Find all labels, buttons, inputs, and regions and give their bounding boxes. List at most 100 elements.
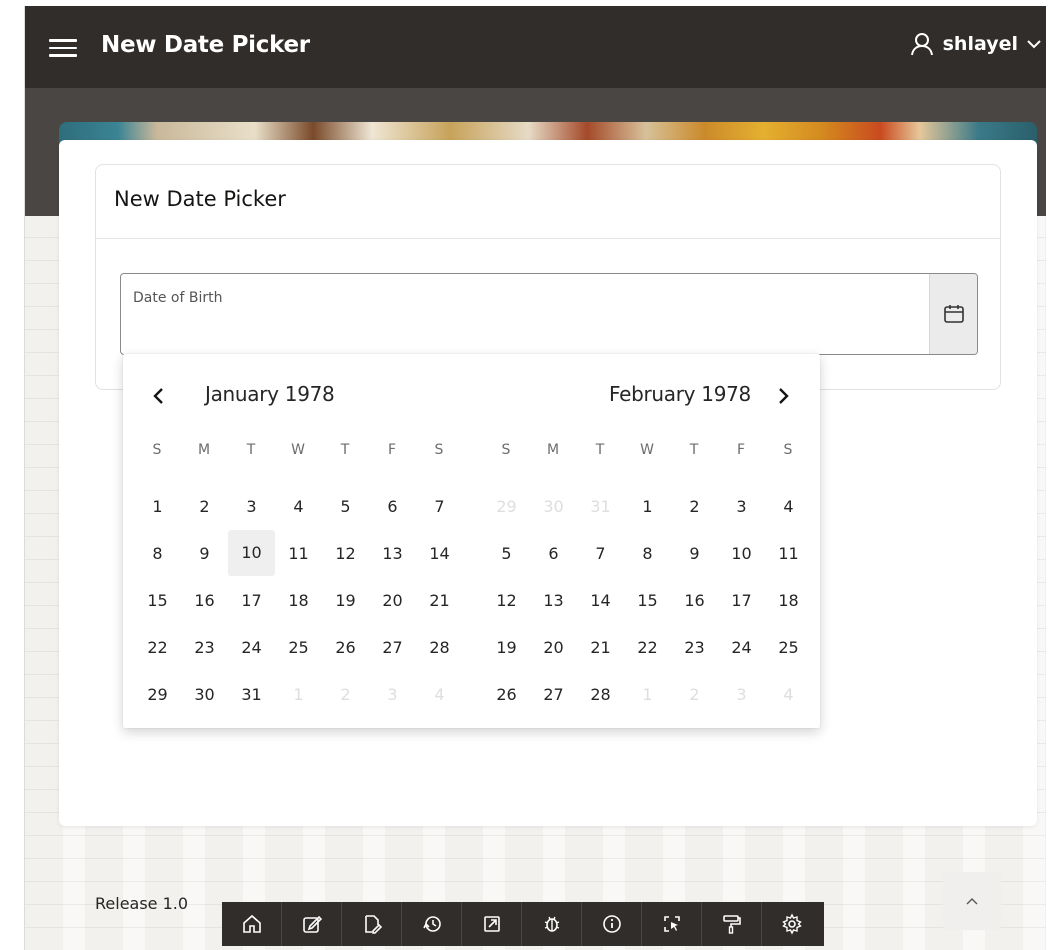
- day-cell[interactable]: 21: [416, 584, 463, 617]
- day-cell[interactable]: 16: [181, 584, 228, 617]
- day-cell[interactable]: 17: [228, 584, 275, 617]
- weekday-label: T: [689, 442, 700, 458]
- info-icon[interactable]: [582, 902, 642, 946]
- day-cell[interactable]: 31: [228, 678, 275, 711]
- user-name: shlayel: [942, 33, 1018, 55]
- day-cell[interactable]: 20: [369, 584, 416, 617]
- edit-page-icon[interactable]: [282, 902, 342, 946]
- app-header: New Date Picker shlayel: [25, 6, 1046, 88]
- week-row: 26 27 28 1 2 3 4: [483, 678, 812, 711]
- scroll-to-top-button[interactable]: [943, 872, 1001, 930]
- day-cell[interactable]: 10: [718, 537, 765, 570]
- day-cell[interactable]: 19: [322, 584, 369, 617]
- week-row: 15 16 17 18 19 20 21: [134, 584, 463, 617]
- day-cell[interactable]: 12: [322, 537, 369, 570]
- day-cell[interactable]: 6: [530, 537, 577, 570]
- day-cell[interactable]: 4: [275, 490, 322, 523]
- week-row: 29 30 31 1 2 3 4: [134, 678, 463, 711]
- day-cell[interactable]: 9: [671, 537, 718, 570]
- day-cell[interactable]: 6: [369, 490, 416, 523]
- day-cell[interactable]: 22: [134, 631, 181, 664]
- day-cell[interactable]: 5: [322, 490, 369, 523]
- day-cell[interactable]: 1: [134, 490, 181, 523]
- menu-toggle-button[interactable]: [49, 39, 77, 57]
- page-frame: New Date Picker shlayel New Date Picker …: [24, 6, 1046, 950]
- day-cell[interactable]: 7: [416, 490, 463, 523]
- day-cell[interactable]: 25: [765, 631, 812, 664]
- user-menu-button[interactable]: shlayel: [909, 31, 1042, 57]
- day-cell[interactable]: 17: [718, 584, 765, 617]
- next-month-button[interactable]: [769, 382, 797, 410]
- month-grid-february: S M T W T F S 29 30 31 1 2 3 4 5 6 7 8 9 10 11 12 13 14 15 16 17 18…: [483, 442, 812, 711]
- day-cell[interactable]: 9: [181, 537, 228, 570]
- app-title[interactable]: New Date Picker: [101, 32, 310, 58]
- weekday-label: W: [291, 442, 306, 458]
- calendar-button[interactable]: [929, 274, 977, 354]
- day-cell[interactable]: 28: [416, 631, 463, 664]
- day-cell[interactable]: 28: [577, 678, 624, 711]
- developer-toolbar: [222, 902, 824, 946]
- day-cell[interactable]: 10: [228, 530, 275, 576]
- day-cell[interactable]: 4: [765, 490, 812, 523]
- day-cell[interactable]: 8: [134, 537, 181, 570]
- day-cell[interactable]: 5: [483, 537, 530, 570]
- day-cell[interactable]: 16: [671, 584, 718, 617]
- day-cell[interactable]: 24: [718, 631, 765, 664]
- outside-day-cell: 1: [293, 685, 304, 704]
- day-cell[interactable]: 3: [228, 490, 275, 523]
- week-row: 22 23 24 25 26 27 28: [134, 631, 463, 664]
- day-cell[interactable]: 29: [134, 678, 181, 711]
- home-icon[interactable]: [222, 902, 282, 946]
- edit-doc-icon[interactable]: [342, 902, 402, 946]
- day-cell[interactable]: 11: [275, 537, 322, 570]
- day-cell[interactable]: 18: [275, 584, 322, 617]
- day-cell[interactable]: 30: [181, 678, 228, 711]
- day-cell[interactable]: 24: [228, 631, 275, 664]
- month-title-1: January 1978: [205, 382, 335, 406]
- day-cell[interactable]: 18: [765, 584, 812, 617]
- day-cell[interactable]: 1: [624, 490, 671, 523]
- debug-bug-icon[interactable]: [522, 902, 582, 946]
- day-cell[interactable]: 25: [275, 631, 322, 664]
- weekday-label: M: [197, 442, 212, 458]
- date-of-birth-field[interactable]: Date of Birth: [120, 273, 978, 355]
- day-cell[interactable]: 13: [530, 584, 577, 617]
- day-cell[interactable]: 12: [483, 584, 530, 617]
- day-cell[interactable]: 14: [416, 537, 463, 570]
- day-cell[interactable]: 22: [624, 631, 671, 664]
- weekday-label: S: [783, 442, 794, 458]
- day-cell[interactable]: 15: [134, 584, 181, 617]
- day-cell[interactable]: 11: [765, 537, 812, 570]
- day-cell[interactable]: 27: [369, 631, 416, 664]
- day-cell[interactable]: 13: [369, 537, 416, 570]
- day-cell[interactable]: 2: [181, 490, 228, 523]
- session-icon[interactable]: [402, 902, 462, 946]
- settings-gear-icon[interactable]: [762, 902, 822, 946]
- day-cell[interactable]: 20: [530, 631, 577, 664]
- day-cell[interactable]: 7: [577, 537, 624, 570]
- date-of-birth-input[interactable]: [133, 314, 913, 344]
- weekday-header-row: SMTWTFS: [134, 442, 463, 466]
- day-cell[interactable]: 8: [624, 537, 671, 570]
- day-cell[interactable]: 15: [624, 584, 671, 617]
- theme-roller-icon[interactable]: [702, 902, 762, 946]
- day-cell[interactable]: 21: [577, 631, 624, 664]
- weekday-header-row: SMTWTFS: [483, 442, 812, 466]
- day-cell[interactable]: 23: [181, 631, 228, 664]
- day-cell[interactable]: 27: [530, 678, 577, 711]
- prev-month-button[interactable]: [145, 382, 173, 410]
- chevron-up-icon: [966, 898, 978, 905]
- day-cell[interactable]: 19: [483, 631, 530, 664]
- day-cell[interactable]: 3: [718, 490, 765, 523]
- day-cell[interactable]: 14: [577, 584, 624, 617]
- day-cell[interactable]: 26: [483, 678, 530, 711]
- day-cell[interactable]: 2: [671, 490, 718, 523]
- weekday-label: S: [501, 442, 512, 458]
- weekday-label: F: [387, 442, 398, 458]
- day-cell[interactable]: 26: [322, 631, 369, 664]
- outside-day-cell: 2: [340, 685, 351, 704]
- open-external-icon[interactable]: [462, 902, 522, 946]
- weekday-label: M: [546, 442, 561, 458]
- day-cell[interactable]: 23: [671, 631, 718, 664]
- quick-edit-icon[interactable]: [642, 902, 702, 946]
